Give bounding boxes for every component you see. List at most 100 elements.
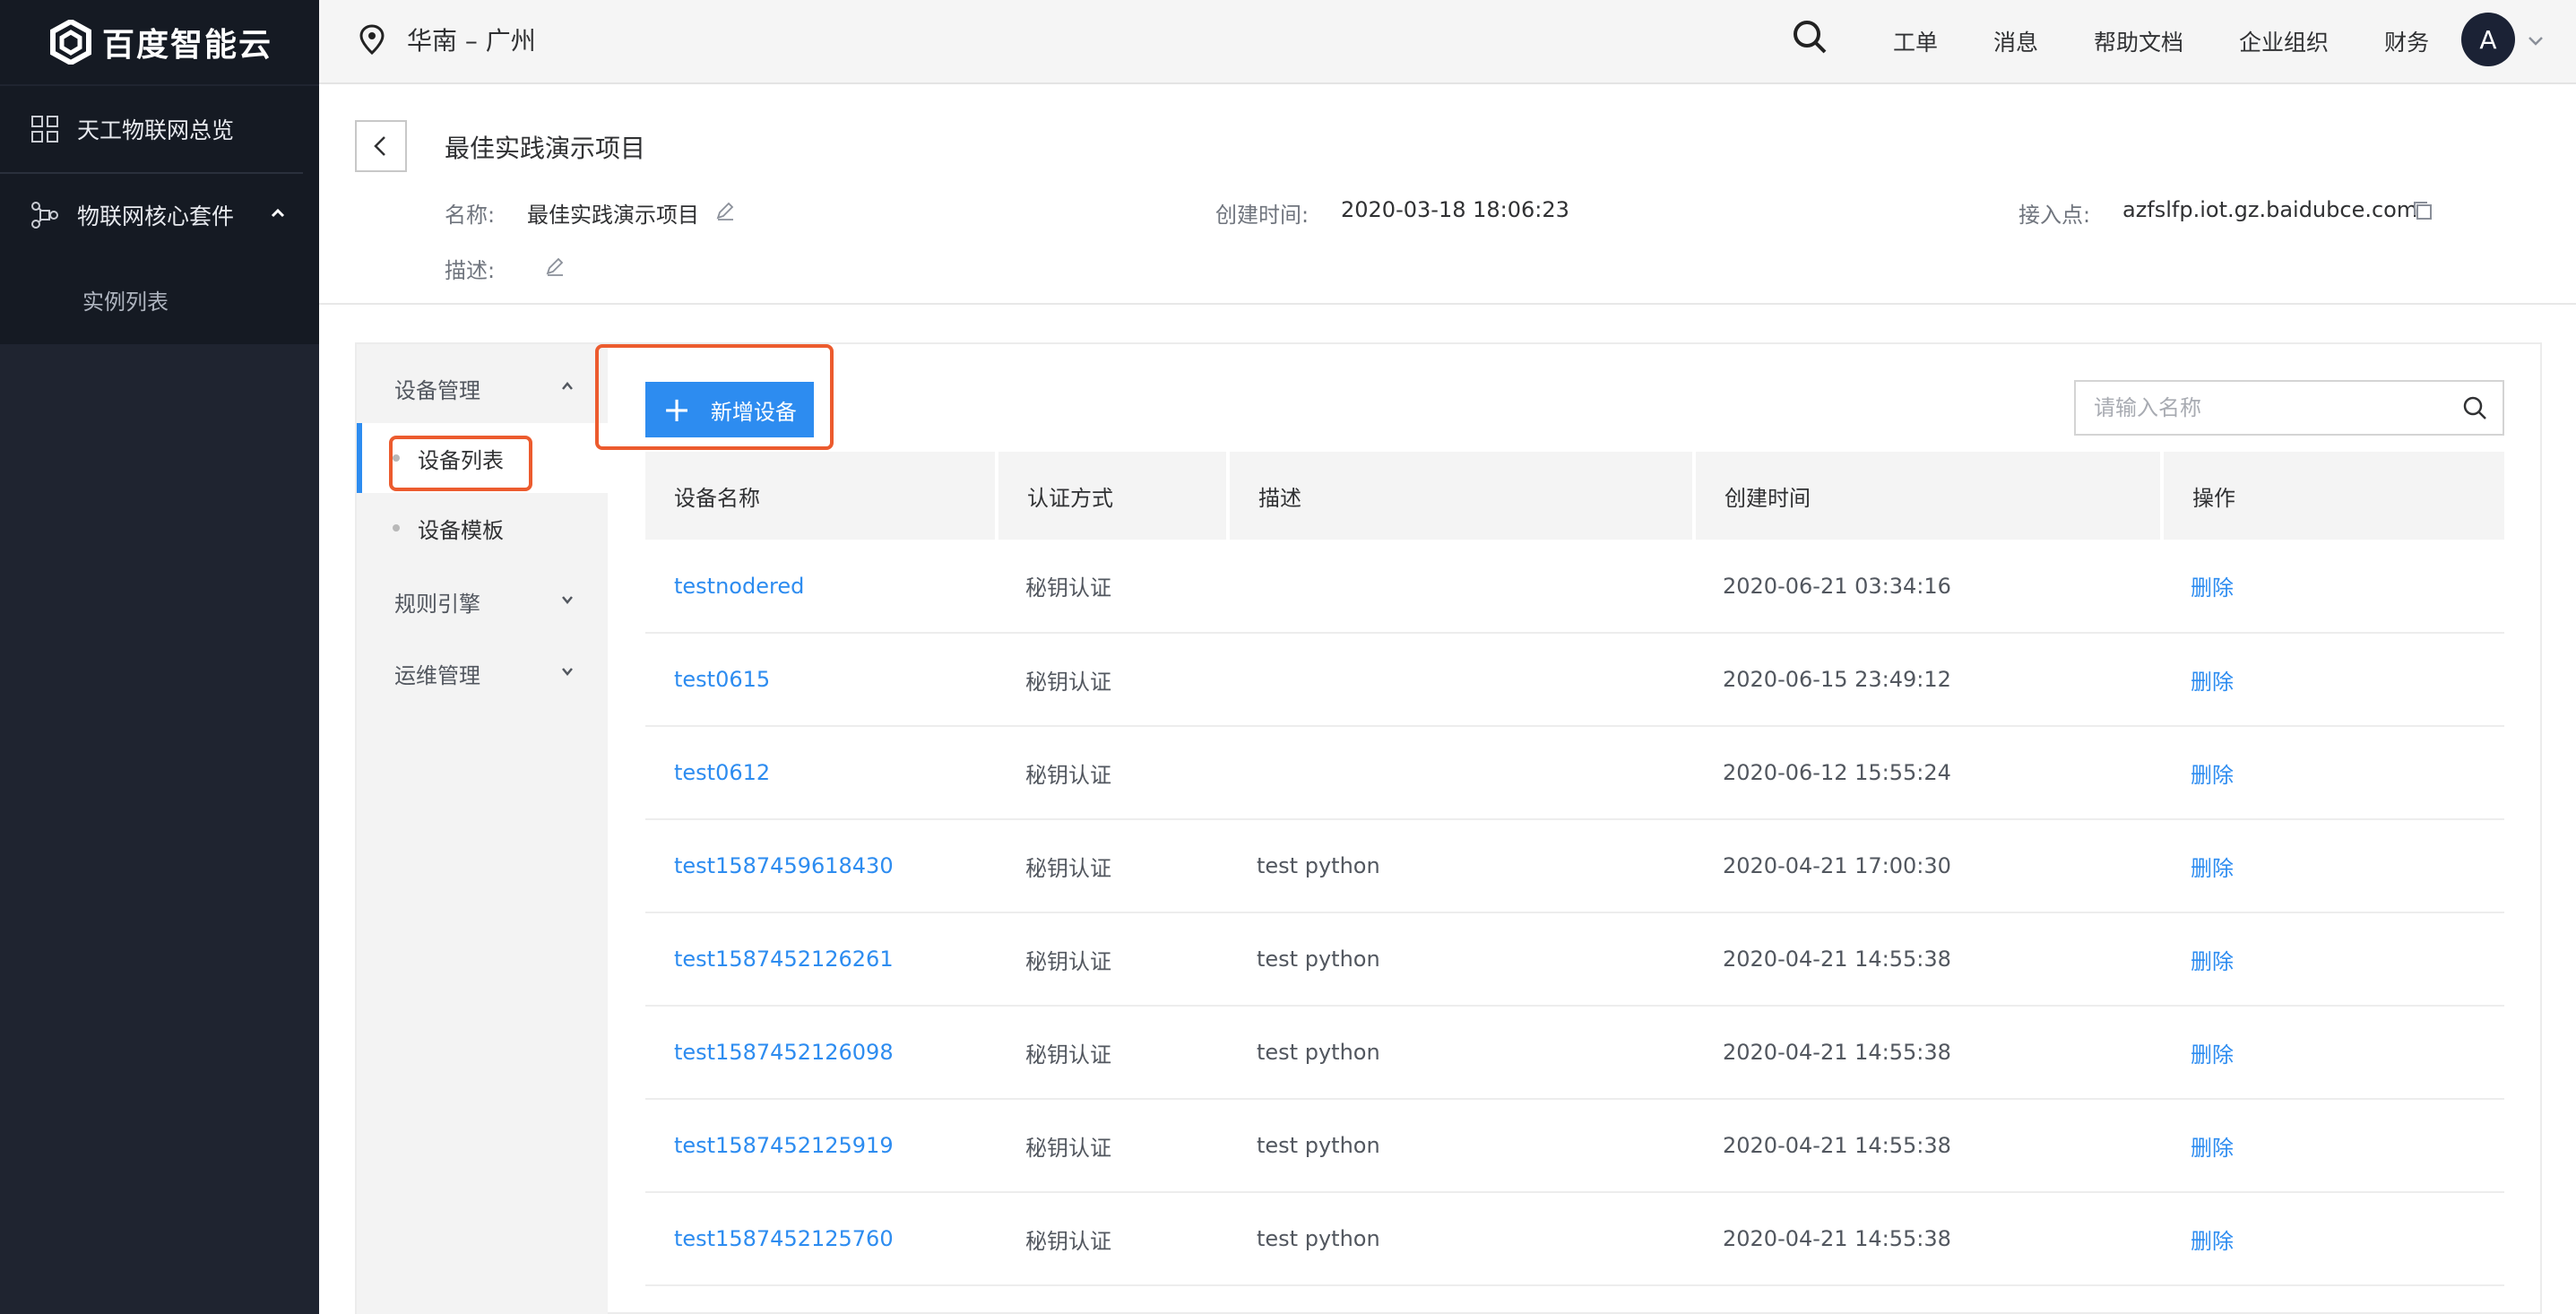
chevron-down-icon[interactable] [559,592,575,608]
created-time: 2020-04-21 14:55:38 [1694,1099,2162,1193]
auth-method: 秘钥认证 [997,726,1228,820]
edit-desc-icon[interactable] [545,256,565,276]
project-header: 最佳实践演示项目 名称: 最佳实践演示项目 创建时间: 2020-03-18 1… [319,84,2576,305]
device-name-link[interactable]: test1587452125760 [645,1192,997,1286]
device-name-link[interactable]: test0612 [645,726,997,820]
location-pin-icon [359,24,385,55]
sidebar-subitem-label: 实例列表 [82,289,169,315]
nav-group-rule-engine[interactable]: 规则引擎 [394,586,480,618]
delete-link[interactable]: 删除 [2162,633,2504,727]
delete-link[interactable]: 删除 [2162,912,2504,1007]
nav-main: 天工物联网总览 物联网核心套件 [0,86,319,255]
auth-method: 秘钥认证 [997,540,1228,634]
menu-finance[interactable]: 财务 [2384,25,2429,57]
cloud-logo-icon [50,20,91,65]
device-name-link[interactable]: test1587452126261 [645,912,997,1007]
highlight-device-list [389,436,532,491]
auth-method: 秘钥认证 [997,819,1228,913]
table-header-row: 设备名称 认证方式 描述 创建时间 操作 [645,452,2504,540]
content-panel: 设备管理 设备列表 设备模板 规则引擎 运维管理 + 新增设备 请输入名称 设备… [355,342,2542,1314]
menu-ticket[interactable]: 工单 [1893,25,1938,57]
desc-label: 描述: [445,258,496,283]
search-icon[interactable] [2461,394,2488,421]
created-time: 2020-04-21 17:00:30 [1694,819,2162,913]
device-name-link[interactable]: test1587452125919 [645,1099,997,1193]
delete-link[interactable]: 删除 [2162,540,2504,634]
description: test python [1228,1099,1694,1193]
search-box [2074,380,2504,436]
hub-icon [31,202,58,229]
chevron-down-icon[interactable] [559,663,575,679]
auth-method: 秘钥认证 [997,912,1228,1007]
menu-messages[interactable]: 消息 [1993,25,2038,57]
plus-icon: + [662,390,691,429]
nav-item-device-template[interactable]: 设备模板 [357,493,608,563]
created-time: 2020-06-12 15:55:24 [1694,726,2162,820]
chevron-up-icon[interactable] [559,378,575,394]
created-value: 2020-03-18 18:06:23 [1341,197,1569,222]
description: test python [1228,1192,1694,1286]
column-header-description: 描述 [1228,452,1696,540]
top-header: 华南 – 广州 工单 消息 帮助文档 企业组织 财务 A [319,0,2576,84]
device-name-link[interactable]: testnodered [645,540,997,634]
table-row: test1587452125919 秘钥认证 test python 2020-… [645,1099,2504,1193]
delete-link[interactable]: 删除 [2162,726,2504,820]
name-label: 名称: [445,203,496,228]
description [1228,540,1694,634]
menu-help-docs[interactable]: 帮助文档 [2094,25,2183,57]
created-time: 2020-04-21 14:55:38 [1694,1006,2162,1100]
created-time: 2020-06-15 23:49:12 [1694,633,2162,727]
description [1228,726,1694,820]
menu-organization[interactable]: 企业组织 [2239,25,2329,57]
device-table: 设备名称 认证方式 描述 创建时间 操作 testnodered 秘钥认证 20… [645,452,2504,1286]
endpoint-value: azfslfp.iot.gz.baidubce.com [2122,197,2418,222]
created-time: 2020-04-21 14:55:38 [1694,912,2162,1007]
sidebar-item-overview[interactable]: 天工物联网总览 [0,86,303,174]
bullet-icon [393,524,400,532]
top-menu: 工单 消息 帮助文档 企业组织 财务 [1893,25,2485,57]
add-device-label: 新增设备 [710,399,797,425]
table-row: testnodered 秘钥认证 2020-06-21 03:34:16 删除 [645,540,2504,634]
search-input[interactable] [2076,382,2461,434]
region-label: 华南 – 广州 [407,26,536,56]
nav-item-label: 设备模板 [418,517,504,543]
chevron-up-icon[interactable] [269,204,287,222]
column-header-created-time: 创建时间 [1694,452,2164,540]
delete-link[interactable]: 删除 [2162,819,2504,913]
brand-name: 百度智能云 [102,27,273,64]
description [1228,633,1694,727]
delete-link[interactable]: 删除 [2162,1006,2504,1100]
created-label: 创建时间: [1215,203,1310,228]
device-name-link[interactable]: test0615 [645,633,997,727]
auth-method: 秘钥认证 [997,633,1228,727]
column-header-actions: 操作 [2162,452,2504,540]
nav-group-device-management[interactable]: 设备管理 [394,373,480,404]
user-avatar[interactable]: A [2461,13,2515,66]
sidebar-subitem-instance-list[interactable]: 实例列表 [0,255,319,344]
created-time: 2020-06-21 03:34:16 [1694,540,2162,634]
description: test python [1228,912,1694,1007]
column-header-auth-method: 认证方式 [997,452,1230,540]
table-row: test1587459618430 秘钥认证 test python 2020-… [645,819,2504,913]
chevron-down-icon[interactable] [2526,30,2546,50]
device-name-link[interactable]: test1587459618430 [645,819,997,913]
brand-logo[interactable]: 百度智能云 [0,0,319,84]
device-name-link[interactable]: test1587452126098 [645,1006,997,1100]
name-value: 最佳实践演示项目 [527,203,699,228]
delete-link[interactable]: 删除 [2162,1099,2504,1193]
created-time: 2020-04-21 14:55:38 [1694,1192,2162,1286]
sidebar-item-iot-core-suite[interactable]: 物联网核心套件 [0,174,319,256]
search-icon[interactable] [1791,18,1828,56]
nav-group-ops-management[interactable]: 运维管理 [394,658,480,689]
add-device-button[interactable]: + 新增设备 [645,382,814,437]
grid-icon [31,116,58,143]
copy-icon[interactable] [2411,199,2434,222]
delete-link[interactable]: 删除 [2162,1192,2504,1286]
region-selector[interactable]: 华南 – 广州 [359,22,536,57]
auth-method: 秘钥认证 [997,1099,1228,1193]
description: test python [1228,819,1694,913]
sidebar-item-label: 物联网核心套件 [77,203,235,229]
back-button[interactable] [355,120,407,172]
edit-name-icon[interactable] [715,201,735,220]
table-row: test1587452125760 秘钥认证 test python 2020-… [645,1192,2504,1286]
